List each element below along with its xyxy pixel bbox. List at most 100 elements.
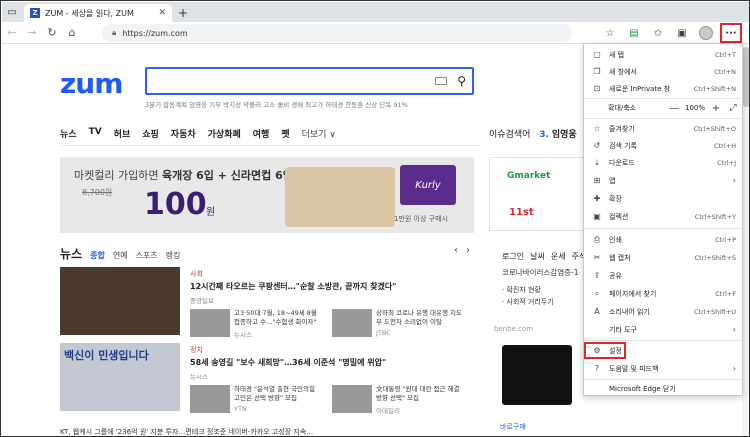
news-tab-sports[interactable]: 스포츠 (136, 250, 158, 261)
weather-link[interactable]: 날씨 (530, 251, 545, 262)
news-sub-headline[interactable]: 하태경 "윤석열 출현 국민의힘 고민은 선택 방향" 모집 (234, 385, 322, 403)
close-tab-icon[interactable]: ✕ (158, 8, 166, 18)
scrollbar-thumb[interactable] (743, 47, 749, 107)
menu-more[interactable]: 더보기 ∨ (302, 127, 336, 140)
issue-keywords[interactable]: 이슈검색어 3. 임영웅 (489, 127, 577, 140)
news-sub-source: YTN (234, 405, 247, 413)
menu-item-share[interactable]: ⇪ 공유 (584, 267, 742, 284)
zoom-out-button[interactable]: — (666, 103, 682, 114)
search-icon[interactable]: ⚲ (457, 74, 466, 88)
chevron-right-icon: › (732, 176, 736, 185)
login-link[interactable]: 로그인 (502, 251, 524, 262)
menu-item-history[interactable]: ↺ 검색 기록 Ctrl+H (584, 137, 742, 154)
news-sub-thumb[interactable] (190, 385, 230, 413)
news-category: 정치 (190, 346, 203, 354)
menu-item-print[interactable]: ⎙ 인쇄 Ctrl+P (584, 231, 742, 248)
help-icon: ? (594, 364, 600, 373)
news-sub-source: 뉴시스 (234, 331, 252, 339)
extension-icon[interactable]: ▤ (624, 23, 644, 43)
news-thumb-politics[interactable]: 백신이 민생입니다 (60, 343, 180, 411)
shopping-box (489, 157, 584, 231)
collections-toolbar-icon[interactable]: ▣ (672, 23, 692, 43)
news-sub-headline[interactable]: 文대통령 "원대 대란 접근 해결 방향 선택" 모집 (376, 385, 464, 403)
menu-item-more-tools[interactable]: 기타 도구 › (584, 321, 742, 338)
profile-button[interactable] (696, 23, 716, 43)
favorite-star-icon[interactable]: ☆ (600, 23, 620, 43)
11st-logo[interactable]: 11st (509, 207, 534, 218)
covid-distancing[interactable]: · 사회적 거리두기 (502, 297, 554, 307)
fortune-link[interactable]: 운세 (551, 251, 566, 262)
menu-item-new-tab[interactable]: ▢ 새 탭 Ctrl+T (584, 46, 742, 63)
window-icon: ❐ (593, 67, 601, 76)
new-tab-button[interactable]: + (174, 4, 192, 22)
menu-item-downloads[interactable]: ⤓ 다운로드 Ctrl+J (584, 154, 742, 171)
news-sub-thumb[interactable] (332, 309, 372, 337)
menu-tv[interactable]: TV (89, 127, 102, 140)
menu-item-collections[interactable]: ▣ 컬렉션 Ctrl+Shift+Y (584, 208, 742, 225)
menu-shopping[interactable]: 쇼핑 (142, 127, 159, 140)
menu-item-extensions[interactable]: ✚ 확장 (584, 190, 742, 207)
news-tab-all[interactable]: 종합 (90, 250, 105, 261)
menu-item-read-aloud[interactable]: A 소리내어 읽기 Ctrl+Shift+U (584, 303, 742, 320)
menu-item-web-capture[interactable]: ✂ 웹 캡처 Ctrl+Shift+S (584, 249, 742, 266)
issue-rank: 3. (539, 130, 549, 140)
menu-hub[interactable]: 허브 (114, 127, 131, 140)
search-input[interactable]: ⚲ (145, 67, 474, 95)
zum-logo[interactable]: zum (60, 67, 123, 100)
news-sub-thumb[interactable] (190, 309, 230, 337)
news-sub-headline[interactable]: 고3·50대 7월, 18~49세 8월 접종하고 수…"수험생 화이자" (234, 309, 322, 327)
zoom-in-button[interactable]: + (708, 103, 724, 114)
covid-status[interactable]: · 확진자 현황 (502, 285, 541, 295)
ad-product-image[interactable] (502, 345, 572, 405)
browser-settings-menu: ▢ 새 탭 Ctrl+T ❐ 새 창에서 Ctrl+N ⊡ 새로운 InPrivate 창… (583, 43, 743, 396)
settings-more-button[interactable]: ··· (720, 23, 742, 43)
menu-pet[interactable]: 펫 (281, 127, 289, 140)
browser-window: ▭ Z ZUM - 세상을 읽다, ZUM ✕ + ← → ↻ ⌂ 🔒︎ htt… (0, 0, 750, 437)
menu-item-favorites[interactable]: ☆ 즐겨찾기 Ctrl+Shift+O (584, 120, 742, 137)
share-icon: ⇪ (593, 271, 601, 280)
menu-item-close-edge[interactable]: Microsoft Edge 닫기 (584, 380, 742, 397)
news-sub-thumb[interactable] (332, 385, 372, 413)
news-source: 뉴시스 (190, 373, 208, 381)
tab-zum[interactable]: Z ZUM - 세상을 읽다, ZUM ✕ (24, 4, 172, 22)
lock-icon: 🔒︎ (112, 28, 117, 37)
page-scrollbar[interactable] (742, 45, 749, 436)
covid-title[interactable]: 코로나바이러스감염증-1 (502, 267, 578, 278)
hot-keywords[interactable]: 3분기 합동계획 임영웅 기부 박지성 악플러 고소 솔비 경매 최고가 하태경… (145, 99, 408, 109)
home-icon[interactable]: ⌂ (62, 26, 82, 39)
gmarket-logo[interactable]: Gmarket (507, 171, 550, 181)
buy-now-link[interactable]: 바로구매 (500, 422, 526, 432)
news-headline[interactable]: 58세 송영길 "보수 새희망"…36세 이준석 "명밀에 위압" (190, 357, 386, 368)
fullscreen-icon[interactable]: ⤢ (724, 103, 742, 113)
forward-icon[interactable]: → (22, 26, 42, 39)
news-ticker[interactable]: KT, 웹케시 그룹에 '236억 원' 지분 투자…편테크 정조준 네이버-카… (60, 427, 313, 436)
news-sub-headline[interactable]: 상하최 코로나 유행 대유행 지도부 도전자 소리없이 이탈 (376, 309, 464, 327)
menu-item-settings[interactable]: ⚙ 설정 (584, 342, 626, 359)
url-field[interactable]: 🔒︎ https://zum.com (102, 24, 572, 42)
inprivate-icon: ⊡ (593, 84, 601, 93)
menu-car[interactable]: 자동차 (171, 127, 196, 140)
favorites-bar-icon[interactable]: ✩ (648, 23, 668, 43)
menu-travel[interactable]: 여행 (253, 127, 270, 140)
menu-item-help[interactable]: ? 도움말 및 피드백 › (584, 360, 742, 377)
menu-item-inprivate[interactable]: ⊡ 새로운 InPrivate 창 Ctrl+Shift+N (584, 80, 742, 97)
news-tab-ent[interactable]: 연예 (113, 250, 128, 261)
url-text: https://zum.com (122, 28, 188, 38)
tab-icon: ▢ (593, 50, 601, 59)
news-arrows[interactable]: ‹› (454, 245, 478, 256)
tab-actions-icon[interactable]: ▭ (2, 2, 22, 22)
menu-item-apps[interactable]: ⊞ 앱 › (584, 172, 742, 189)
ad-banner[interactable]: 마켓컬리 가입하면 육개장 6입 + 신라면컵 6입 8,700원 100 원 … (60, 157, 474, 233)
news-headline[interactable]: 12시간째 타오르는 쿠팡센터…"순찰 소방관, 끝까지 찾겠다" (190, 281, 396, 292)
news-tab-ranking[interactable]: 랭킹 (166, 250, 181, 261)
keyboard-icon[interactable] (435, 77, 448, 85)
menu-news[interactable]: 뉴스 (60, 127, 77, 140)
menu-zoom-row: 확대/축소 — 100% + ⤢ (584, 99, 742, 117)
refresh-icon[interactable]: ↻ (42, 26, 62, 39)
back-icon[interactable]: ← (2, 26, 22, 39)
menu-crypto[interactable]: 가상화폐 (208, 127, 241, 140)
news-thumb-fire[interactable] (60, 267, 180, 335)
news-sub-source: JTBC (376, 329, 391, 337)
menu-item-find[interactable]: ⌕ 페이지에서 찾기 Ctrl+F (584, 285, 742, 302)
menu-item-new-window[interactable]: ❐ 새 창에서 Ctrl+N (584, 63, 742, 80)
